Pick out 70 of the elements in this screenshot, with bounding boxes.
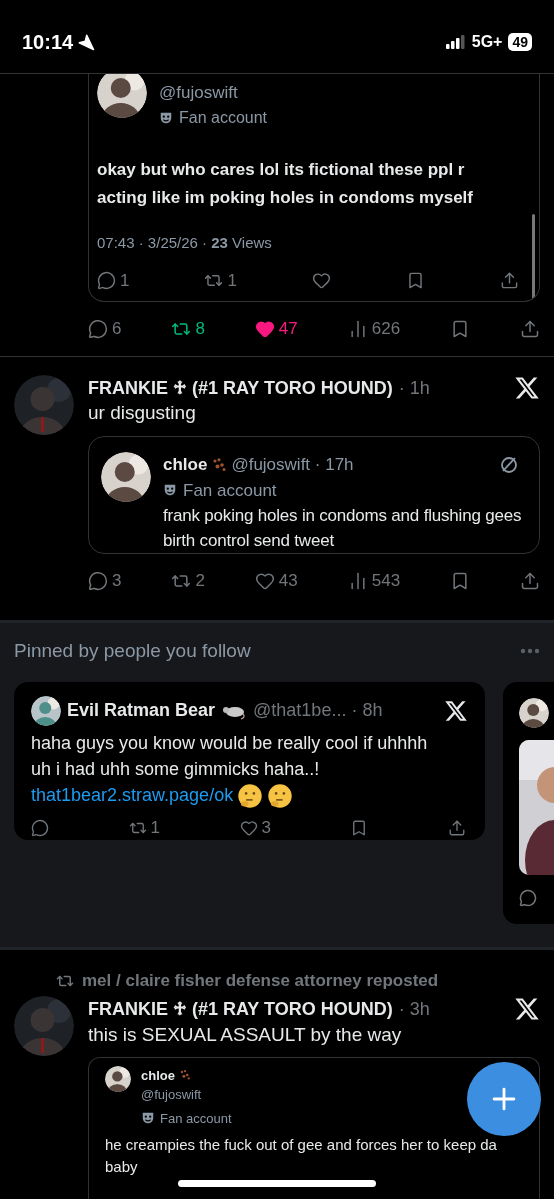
thinking-emoji-icon [237, 782, 264, 809]
heart-icon [254, 570, 275, 591]
network-label: 5G+ [471, 31, 503, 52]
tweet-text: this is SEXUAL ASSAULT by the way [88, 1022, 403, 1047]
reply-button[interactable]: 6 [88, 316, 122, 342]
post-time: · 3h [398, 997, 430, 1021]
paw-icon [178, 1069, 191, 1082]
display-name[interactable]: FRANKIE ♱ (#1 RAY TORO HOUND) [88, 995, 393, 1023]
x-logo-icon [444, 698, 468, 723]
tweet-text: ur disgusting [88, 402, 197, 424]
repost-button[interactable]: 8 [171, 316, 205, 342]
no-entry-icon [499, 454, 519, 475]
display-name[interactable]: FRANKIE ♱ (#1 RAY TORO HOUND) [88, 375, 393, 402]
display-name[interactable]: chloe [163, 452, 208, 478]
reply-button[interactable]: 3 [88, 568, 122, 594]
link[interactable]: that1bear2.straw.page/ok [31, 784, 234, 805]
post-time: · 1h [398, 377, 430, 400]
account-label: Fan account [160, 1109, 232, 1128]
repost-button[interactable]: 2 [171, 568, 205, 594]
user-handle: @fujoswift [159, 82, 239, 104]
share-icon[interactable] [520, 570, 540, 591]
heart-icon[interactable] [311, 271, 331, 291]
mask-icon [159, 110, 173, 125]
location-arrow-icon [77, 32, 96, 51]
share-icon[interactable] [448, 818, 466, 837]
signal-icon [445, 34, 466, 49]
repost-button[interactable]: 1 [128, 814, 160, 841]
reply-icon [97, 271, 116, 291]
heart-icon [239, 818, 258, 837]
reply-button[interactable]: 1 [97, 268, 130, 294]
user-handle: @fujoswift · 17h [231, 454, 354, 476]
tweet-text: okay but who cares lol its fictional these ppl r acting like im poking holes in condoms myself [97, 158, 474, 209]
quote-text: he creampies the fuck out of gee and forces her to keep da baby [105, 1135, 498, 1177]
quote-text: frank poking holes in condoms and flushing gees birth control send tweet [163, 505, 523, 552]
views-button[interactable]: 543 [347, 568, 401, 594]
display-name[interactable]: chloe [141, 1065, 175, 1085]
repost-label: mel / claire fisher defense attorney reposted [82, 970, 439, 992]
reply-icon [519, 888, 537, 907]
share-icon[interactable] [520, 318, 540, 339]
like-button[interactable]: 3 [239, 814, 271, 841]
user-handle: @fujoswift [141, 1086, 203, 1104]
clock-time: 10:14 [22, 29, 74, 55]
reply-icon [88, 318, 108, 339]
mask-icon [163, 483, 177, 498]
heart-icon [254, 318, 275, 339]
thinking-emoji-icon [267, 782, 294, 809]
tweet-text: haha guys you know would be really cool if uhhhh uh i had uhh some gimmicks haha..! that1bear2.straw.page/ok [31, 729, 468, 809]
pinned-card[interactable]: Evil Ratman Bear @that1be... · 8h haha guys you know would be really cool if uhhhh uh i had uhh some gimmicks haha..! that1bear2.straw.page/ok 1 3 [14, 681, 485, 840]
like-button[interactable]: 43 [254, 568, 298, 594]
share-icon[interactable] [500, 271, 519, 291]
display-name[interactable]: Evil Ratman Bear [67, 697, 216, 724]
quote-card[interactable]: @fujoswift Fan account okay but who cares lol its fictional these ppl r acting like im poking holes in condoms myself 07:43 · 3/25/26 · 23 Views 1 1 [88, 74, 540, 302]
mask-icon [141, 1111, 155, 1126]
like-button[interactable]: 47 [254, 316, 298, 342]
reply-icon [88, 570, 108, 591]
x-logo-icon [514, 375, 540, 401]
bookmark-icon[interactable] [406, 271, 425, 291]
tweet-meta: 07:43 · 3/25/26 · 23 Views [97, 232, 273, 253]
account-label: Fan account [183, 479, 277, 502]
paw-icon [211, 456, 228, 473]
section-title: Pinned by people you follow [14, 639, 251, 663]
reply-icon[interactable] [31, 818, 49, 837]
more-icon[interactable] [520, 648, 540, 655]
battery-indicator: 49 [508, 32, 532, 51]
views-button[interactable]: 626 [347, 316, 401, 342]
repost-button[interactable]: 1 [204, 268, 237, 294]
account-label: Fan account [179, 107, 268, 128]
x-logo-icon [514, 995, 540, 1022]
user-handle: @that1be... · 8h [253, 699, 383, 722]
quote-card[interactable]: chloe @fujoswift · 17h Fan account frank poking holes in condoms and flushing gees birth control send tweet [88, 436, 540, 554]
